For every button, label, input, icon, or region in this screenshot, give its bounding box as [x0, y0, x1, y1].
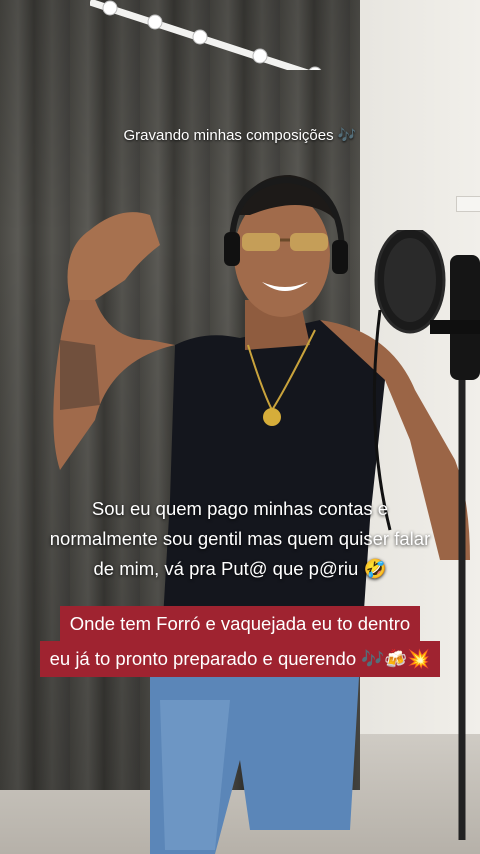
banner-line-2: eu já to pronto preparado e querendo [49, 648, 357, 669]
top-caption: Gravando minhas composições 🎶 [0, 126, 480, 144]
music-notes-icon: 🎶 [337, 126, 357, 144]
main-caption-line-3-wrap: de mim, vá pra Put@ que p@riu 🤣 [20, 554, 460, 585]
party-emoji-icon: 🎶🍻💥 [361, 649, 431, 670]
top-caption-text: Gravando minhas composições [123, 127, 334, 144]
main-caption-line-2: normalmente sou gentil mas quem quiser f… [49, 528, 431, 549]
banner-line-1: Onde tem Forró e vaquejada eu to dentro [59, 606, 421, 641]
banner-caption: Onde tem Forró e vaquejada eu to dentro … [0, 606, 480, 677]
main-caption: Sou eu quem pago minhas contas e normalm… [20, 494, 460, 585]
laughing-emoji-icon: 🤣 [363, 559, 387, 580]
banner-line-2-wrap: eu já to pronto preparado e querendo 🎶🍻💥 [39, 641, 441, 677]
main-caption-line-1: Sou eu quem pago minhas contas e [91, 498, 389, 519]
main-caption-line-3: de mim, vá pra Put@ que p@riu [93, 558, 359, 579]
